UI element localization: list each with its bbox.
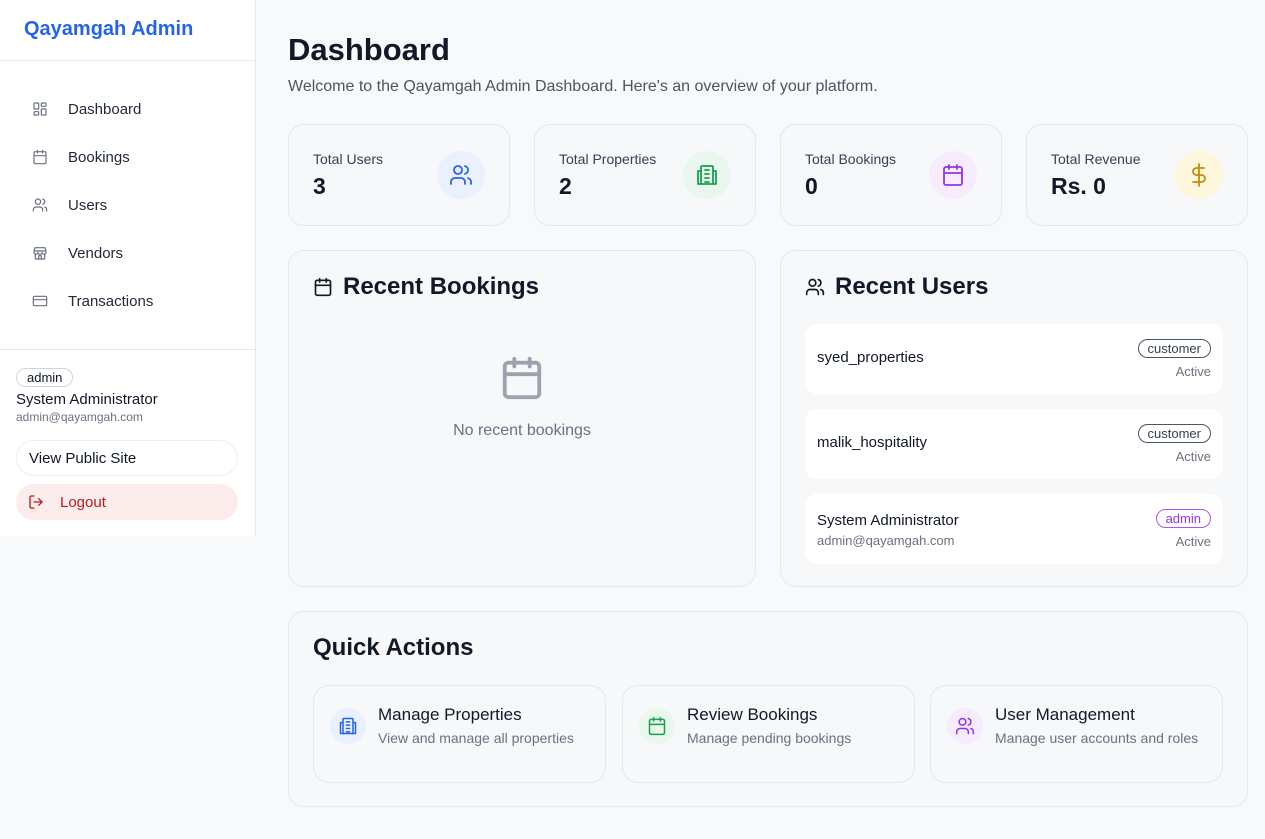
stat-value: 3: [313, 173, 326, 199]
sidebar-item-bookings[interactable]: Bookings: [0, 133, 255, 181]
panel-title: Recent Users: [835, 273, 989, 300]
account-panel: admin System Administrator admin@qayamga…: [0, 349, 255, 520]
sidebar-item-label: Bookings: [68, 148, 130, 166]
action-description: View and manage all properties: [378, 730, 574, 746]
manage-properties-action[interactable]: Manage Properties View and manage all pr…: [313, 685, 606, 783]
status-text: Active: [1175, 449, 1211, 464]
user-name: malik_hospitality: [817, 434, 928, 451]
calendar-icon: [639, 708, 675, 744]
sidebar-item-label: Transactions: [68, 292, 154, 310]
status-text: Active: [1175, 534, 1211, 549]
sidebar-item-dashboard[interactable]: Dashboard: [0, 85, 255, 133]
calendar-icon: [929, 151, 977, 199]
view-public-site-button[interactable]: View Public Site: [16, 440, 238, 476]
sidebar-item-vendors[interactable]: Vendors: [0, 229, 255, 277]
role-badge: admin: [1155, 509, 1211, 528]
stat-card-total-bookings: Total Bookings 0: [780, 124, 1002, 226]
sidebar-item-users[interactable]: Users: [0, 181, 255, 229]
users-icon: [32, 197, 48, 213]
stat-card-total-properties: Total Properties 2: [534, 124, 756, 226]
stat-value: Rs. 0: [1051, 173, 1106, 199]
action-description: Manage user accounts and roles: [995, 730, 1199, 746]
action-title: User Management: [995, 705, 1135, 724]
recent-bookings-heading: Recent Bookings: [313, 273, 539, 301]
user-row[interactable]: malik_hospitality customer Active: [805, 409, 1223, 479]
layout-grid-icon: [32, 101, 48, 117]
role-badge: admin: [16, 368, 74, 387]
empty-state: No recent bookings: [289, 355, 755, 440]
stat-value: 2: [559, 173, 572, 199]
panel-title: Recent Bookings: [343, 273, 540, 300]
recent-users-heading: Recent Users: [805, 273, 988, 301]
calendar-icon: [502, 356, 542, 400]
recent-bookings-panel: Recent Bookings No recent bookings: [288, 250, 756, 587]
users-icon: [947, 708, 983, 744]
logout-icon: [29, 495, 43, 509]
user-row[interactable]: System Administrator admin@qayamgah.com …: [805, 494, 1223, 564]
sidebar-item-label: Users: [68, 196, 108, 214]
role-badge: customer: [1137, 339, 1211, 358]
stat-label: Total Properties: [559, 151, 657, 167]
status-text: Active: [1175, 364, 1211, 379]
user-email: admin@qayamgah.com: [817, 533, 955, 548]
quick-actions-panel: Quick Actions Manage Properties View and…: [288, 611, 1248, 807]
sidebar-item-transactions[interactable]: Transactions: [0, 277, 255, 325]
role-badge: customer: [1137, 424, 1211, 443]
user-name: syed_properties: [817, 349, 924, 366]
panel-title: Quick Actions: [313, 634, 474, 661]
users-icon: [805, 278, 825, 296]
user-management-action[interactable]: User Management Manage user accounts and…: [930, 685, 1223, 783]
account-email: admin@qayamgah.com: [16, 410, 143, 424]
page-title: Dashboard: [288, 32, 450, 67]
page-subtitle: Welcome to the Qayamgah Admin Dashboard.…: [288, 78, 878, 95]
sidebar-item-label: Dashboard: [68, 100, 142, 118]
building-icon: [683, 151, 731, 199]
user-name: System Administrator: [817, 512, 959, 529]
brand-title[interactable]: Qayamgah Admin: [0, 0, 255, 61]
store-icon: [32, 245, 48, 261]
stat-label: Total Users: [313, 151, 384, 167]
stat-card-total-revenue: Total Revenue Rs. 0: [1026, 124, 1248, 226]
stat-label: Total Bookings: [805, 151, 897, 167]
action-title: Manage Properties: [378, 705, 522, 724]
calendar-icon: [32, 149, 48, 165]
logout-label: Logout: [60, 493, 106, 511]
dollar-icon: [1175, 151, 1223, 199]
users-icon: [437, 151, 485, 199]
stat-card-total-users: Total Users 3: [288, 124, 510, 226]
empty-state-text: No recent bookings: [453, 422, 591, 439]
building-icon: [330, 708, 366, 744]
action-description: Manage pending bookings: [687, 730, 852, 746]
stat-label: Total Revenue: [1051, 151, 1141, 167]
calendar-icon: [314, 277, 332, 297]
stat-value: 0: [805, 173, 818, 199]
sidebar: Qayamgah Admin Dashboard Bookings Users …: [0, 0, 256, 536]
user-row[interactable]: syed_properties customer Active: [805, 324, 1223, 394]
credit-card-icon: [32, 293, 48, 309]
review-bookings-action[interactable]: Review Bookings Manage pending bookings: [622, 685, 915, 783]
logout-button[interactable]: Logout: [16, 484, 238, 520]
sidebar-nav: Dashboard Bookings Users Vendors Transac…: [0, 61, 255, 325]
account-name: System Administrator: [16, 391, 158, 408]
action-title: Review Bookings: [687, 705, 818, 724]
sidebar-item-label: Vendors: [68, 244, 124, 262]
recent-users-panel: Recent Users syed_properties customer Ac…: [780, 250, 1248, 587]
